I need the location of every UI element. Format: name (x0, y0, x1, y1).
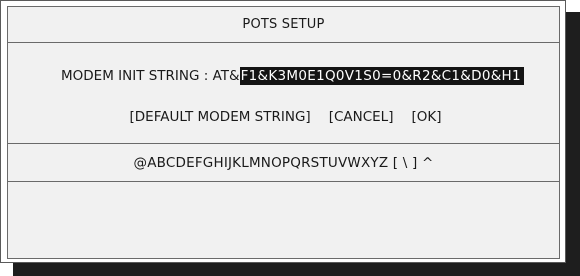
empty-area (8, 182, 559, 258)
init-string-section: MODEM INIT STRING : AT& F1&K3M0E1Q0V1S0=… (8, 43, 559, 144)
init-string-line: MODEM INIT STRING : AT& F1&K3M0E1Q0V1S0=… (61, 67, 524, 85)
pots-setup-dialog: POTS SETUP MODEM INIT STRING : AT& F1&K3… (0, 0, 566, 263)
init-string-label: MODEM INIT STRING : AT& (61, 68, 240, 84)
dialog-title: POTS SETUP (242, 17, 325, 32)
init-string-input[interactable]: F1&K3M0E1Q0V1S0=0&R2&C1&D0&H1 (239, 67, 524, 85)
ok-button[interactable]: [OK] (411, 109, 441, 125)
title-bar: POTS SETUP (8, 7, 559, 43)
default-modem-string-button[interactable]: [DEFAULT MODEM STRING] (130, 109, 311, 125)
character-picker: @ABCDEFGHIJKLMNOPQRSTUVWXYZ [ \ ] ^ (8, 144, 559, 182)
character-list[interactable]: @ABCDEFGHIJKLMNOPQRSTUVWXYZ [ \ ] ^ (134, 155, 434, 171)
button-row: [DEFAULT MODEM STRING] [CANCEL] [OK] (8, 109, 559, 125)
dialog-panel: POTS SETUP MODEM INIT STRING : AT& F1&K3… (7, 6, 560, 259)
cancel-button[interactable]: [CANCEL] (329, 109, 394, 125)
